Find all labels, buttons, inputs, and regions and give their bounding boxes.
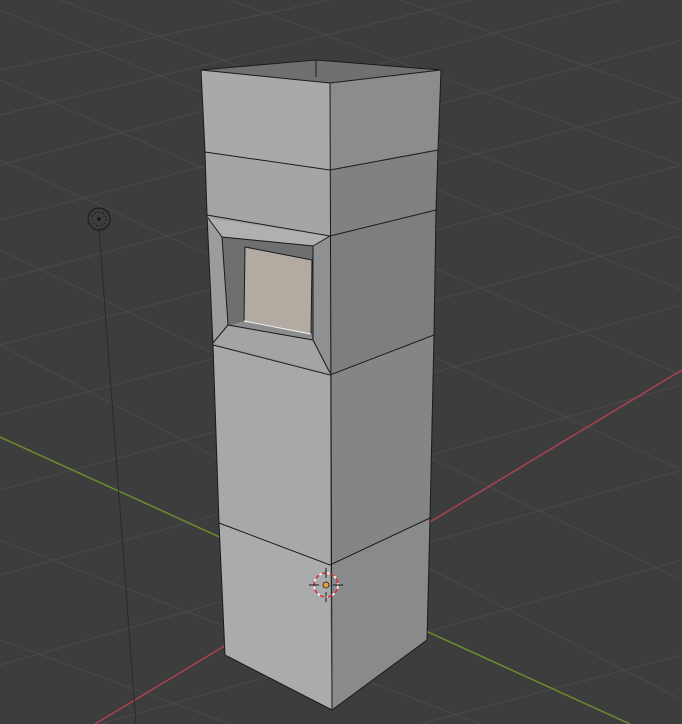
light-stem [98,227,137,724]
window-glass [244,247,312,334]
object-origin [322,581,330,589]
viewport-scene[interactable] [0,0,682,724]
tower-mesh[interactable] [200,59,442,711]
3d-viewport[interactable] [0,0,682,724]
light-object[interactable] [87,207,137,724]
